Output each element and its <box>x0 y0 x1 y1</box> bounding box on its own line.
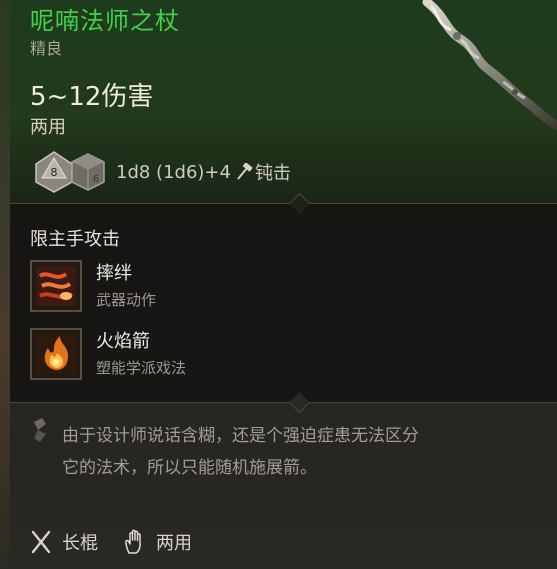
background-scene-edge <box>0 0 10 569</box>
property-label: 两用 <box>156 533 192 554</box>
item-header: 呢喃法师之杖 精良 <box>30 4 410 60</box>
quill-icon <box>34 418 46 442</box>
panel-notch-top <box>288 192 311 215</box>
damage-formula: 1d8 (1d6)+4 <box>116 161 231 183</box>
hand-icon <box>125 529 141 554</box>
item-name: 呢喃法师之杖 <box>30 7 180 35</box>
bludgeoning-hammer-icon <box>237 163 253 180</box>
staff-artwork <box>422 0 557 130</box>
property-label: 长棍 <box>62 533 98 554</box>
damage-dice-row: 8 6 1d8 (1d6)+4 钝击 <box>34 148 291 196</box>
action-icon-frame <box>30 260 82 312</box>
panel-notch-bottom <box>288 391 311 414</box>
crossed-staves-icon <box>31 530 51 554</box>
action-icon-frame <box>30 328 82 380</box>
item-rarity: 精良 <box>30 39 63 58</box>
damage-range: 5~12伤害 <box>30 82 154 112</box>
trip-attack-icon <box>36 266 76 306</box>
d6-die-icon: 6 <box>71 153 105 191</box>
attack-heading: 限主手攻击 <box>30 229 120 250</box>
handedness-label: 两用 <box>30 117 66 138</box>
fire-bolt-icon <box>36 334 76 374</box>
d8-die-icon: 8 <box>35 151 73 193</box>
action-name: 火焰箭 <box>96 331 150 352</box>
d6-die-label: 6 <box>93 174 99 185</box>
item-tooltip: 呢喃法师之杖 精良 5~12伤害 两用 8 6 1d8 (1d6)+4 钝击 限… <box>0 0 557 569</box>
attack-panel: 限主手攻击 摔绊 武器动作 火焰箭 塑能学派戏法 <box>10 192 557 414</box>
action-category: 塑能学派戏法 <box>96 359 187 377</box>
damage-type: 钝击 <box>254 163 291 184</box>
action-name: 摔绊 <box>96 263 132 284</box>
item-lore-text: 由于设计师说话含糊，还是个强迫症患无法区分它的法术，所以只能随机施展箭。 <box>62 426 419 478</box>
action-category: 武器动作 <box>96 291 157 309</box>
action-trip-attack[interactable]: 摔绊 武器动作 <box>30 260 430 316</box>
action-fire-bolt[interactable]: 火焰箭 塑能学派戏法 <box>30 328 430 384</box>
d8-die-label: 8 <box>51 166 58 179</box>
item-properties: 长棍 两用 <box>30 527 218 557</box>
